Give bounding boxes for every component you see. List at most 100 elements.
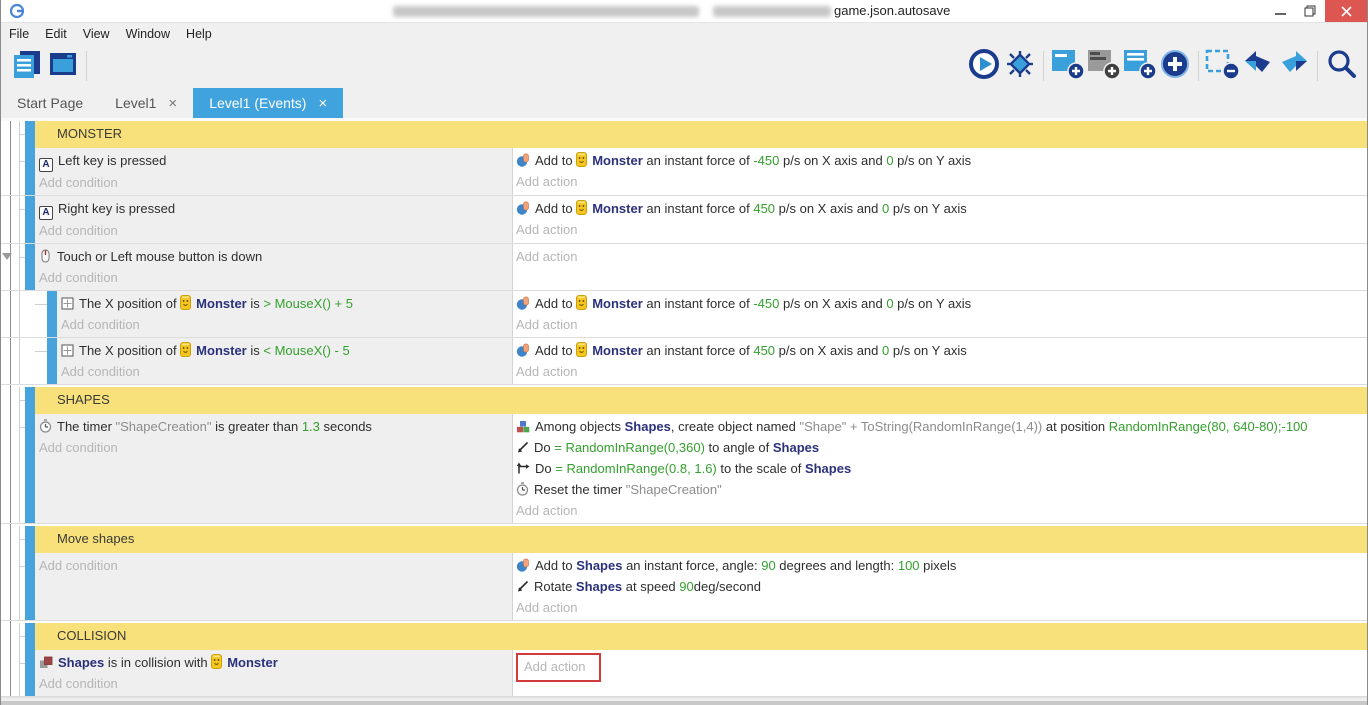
add-action-link[interactable]: Add action	[516, 597, 1361, 618]
action[interactable]: Do = RandomInRange(0.8, 1.6) to the scal…	[516, 458, 1361, 479]
add-condition-link[interactable]: Add condition	[39, 220, 506, 241]
action[interactable]: Do = RandomInRange(0,360) to angle of Sh…	[516, 437, 1361, 458]
event-handle[interactable]	[25, 196, 35, 243]
add-condition-link[interactable]: Add condition	[39, 172, 506, 193]
restore-button[interactable]	[1295, 0, 1325, 22]
scene-editor-button[interactable]	[45, 48, 81, 84]
play-button[interactable]	[966, 48, 1002, 84]
action[interactable]: Add to Monster an instant force of -450 …	[516, 293, 1361, 314]
tab-close-icon[interactable]: ×	[318, 95, 327, 112]
redo-button[interactable]	[1276, 48, 1312, 84]
event-handle[interactable]	[25, 414, 35, 523]
add-condition-link[interactable]: Add condition	[61, 361, 506, 382]
add-event-button[interactable]	[1049, 48, 1085, 84]
condition[interactable]: Touch or Left mouse button is down	[39, 246, 506, 267]
event-handle[interactable]	[25, 148, 35, 195]
event-row: The X position of Monster is > MouseX() …	[1, 291, 1367, 338]
condition[interactable]: The X position of Monster is < MouseX() …	[61, 340, 506, 361]
event-handle[interactable]	[25, 650, 35, 696]
tab-close-icon[interactable]: ×	[168, 95, 177, 112]
text-segment: to the scale of	[717, 461, 805, 476]
group-header[interactable]: SHAPES	[35, 387, 1367, 414]
action[interactable]: Add to Monster an instant force of 450 p…	[516, 340, 1361, 361]
text-segment: is greater than	[211, 419, 301, 434]
condition[interactable]: ARight key is pressed	[39, 198, 506, 220]
add-condition-link[interactable]: Add condition	[39, 673, 506, 694]
condition[interactable]: The timer "ShapeCreation" is greater tha…	[39, 416, 506, 437]
tree-tick	[19, 663, 25, 664]
delete-event-button[interactable]	[1204, 48, 1240, 84]
tab-start-page[interactable]: Start Page	[1, 88, 99, 118]
text-segment: , create object named	[671, 419, 800, 434]
add-action-link[interactable]: Add action	[516, 500, 1361, 521]
add-action-link[interactable]: Add action	[516, 171, 1361, 192]
add-condition-link[interactable]: Add condition	[61, 314, 506, 335]
undo-button[interactable]	[1240, 48, 1276, 84]
action[interactable]: Rotate Shapes at speed 90deg/second	[516, 576, 1361, 597]
collision-icon	[39, 655, 58, 670]
text-segment: p/s on Y axis	[889, 343, 967, 358]
debug-button[interactable]	[1002, 48, 1038, 84]
text-segment: Add to	[535, 558, 576, 573]
project-manager-icon	[11, 48, 43, 85]
text-segment: Monster	[592, 201, 643, 216]
close-button[interactable]	[1325, 0, 1367, 22]
group-header[interactable]: MONSTER	[35, 121, 1367, 148]
event-row: Add condition Add to Shapes an instant fo…	[1, 553, 1367, 621]
monster-icon	[576, 296, 592, 311]
text-segment: degrees and length:	[776, 558, 898, 573]
text-segment: Right key is pressed	[58, 201, 175, 216]
tree-gutter	[1, 526, 25, 553]
minimize-button[interactable]	[1265, 0, 1295, 22]
text-segment: Add to	[535, 201, 576, 216]
text-segment: Among objects	[535, 419, 625, 434]
add-action-link[interactable]: Add action	[516, 219, 1361, 240]
collapse-arrow-icon[interactable]	[2, 253, 12, 260]
action[interactable]: Among objects Shapes, create object name…	[516, 416, 1361, 437]
add-new-button[interactable]	[1157, 48, 1193, 84]
group-header[interactable]: COLLISION	[35, 623, 1367, 650]
add-condition-link[interactable]: Add condition	[39, 267, 506, 288]
condition[interactable]: The X position of Monster is > MouseX() …	[61, 293, 506, 314]
menu-edit[interactable]: Edit	[45, 25, 77, 43]
tab-level1[interactable]: Level1×	[99, 88, 193, 118]
project-manager-button[interactable]	[9, 48, 45, 84]
menu-file[interactable]: File	[9, 25, 39, 43]
event-handle[interactable]	[47, 291, 57, 337]
group-header[interactable]: Move shapes	[35, 526, 1367, 553]
add-subevent-button[interactable]	[1121, 48, 1157, 84]
group-handle[interactable]	[25, 121, 35, 148]
tree-gutter	[1, 121, 25, 148]
conditions-cell: ARight key is pressedAdd condition	[35, 196, 512, 243]
tree-tick	[19, 427, 25, 428]
event-handle[interactable]	[25, 244, 35, 290]
menu-help[interactable]: Help	[186, 25, 222, 43]
group-handle[interactable]	[25, 526, 35, 553]
tab-level1-events-[interactable]: Level1 (Events)×	[193, 88, 343, 118]
add-condition-link[interactable]: Add condition	[39, 437, 506, 458]
condition[interactable]: ALeft key is pressed	[39, 150, 506, 172]
add-action-link[interactable]: Add action	[516, 314, 1361, 335]
add-action-link[interactable]: Add action	[516, 246, 1361, 267]
add-action-link[interactable]: Add action	[524, 656, 585, 677]
search-button[interactable]	[1323, 48, 1359, 84]
add-comment-button[interactable]	[1085, 48, 1121, 84]
action[interactable]: Add to Shapes an instant force, angle: 9…	[516, 555, 1361, 576]
action[interactable]: Reset the timer "ShapeCreation"	[516, 479, 1361, 500]
group-handle[interactable]	[25, 623, 35, 650]
group-handle[interactable]	[25, 387, 35, 414]
group-row: COLLISION	[1, 623, 1367, 650]
event-handle[interactable]	[25, 553, 35, 620]
add-condition-link[interactable]: Add condition	[39, 555, 506, 576]
tree-gutter	[1, 244, 25, 290]
menu-view[interactable]: View	[83, 25, 120, 43]
tree-tick	[19, 209, 25, 210]
action[interactable]: Add to Monster an instant force of -450 …	[516, 150, 1361, 171]
conditions-cell: The X position of Monster is < MouseX() …	[57, 338, 512, 384]
add-action-link[interactable]: Add action	[516, 361, 1361, 382]
menu-window[interactable]: Window	[126, 25, 180, 43]
monster-icon	[576, 201, 592, 216]
action[interactable]: Add to Monster an instant force of 450 p…	[516, 198, 1361, 219]
condition[interactable]: Shapes is in collision with Monster	[39, 652, 506, 673]
event-handle[interactable]	[47, 338, 57, 384]
